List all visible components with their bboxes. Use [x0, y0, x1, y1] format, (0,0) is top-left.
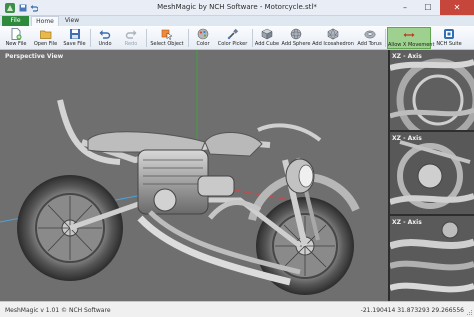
add-icosahedron-button[interactable]: Add Icosahedron [312, 27, 354, 49]
resize-grip-icon[interactable] [466, 309, 473, 316]
add-torus-label: Add Torus [357, 41, 382, 47]
new-file-button[interactable]: New File [2, 27, 30, 49]
side-view-render-2 [390, 132, 474, 214]
new-file-icon [11, 28, 22, 40]
allow-x-movement-label: Allow X Movement [388, 42, 435, 48]
new-file-label: New File [5, 41, 27, 47]
redo-icon [125, 30, 137, 39]
open-file-icon [39, 30, 51, 39]
save-file-button[interactable]: Save File [61, 27, 88, 49]
motorcycle-model[interactable] [0, 50, 388, 301]
side-view-title-1: XZ - Axis [392, 53, 422, 60]
side-view-render-3 [390, 216, 474, 301]
ribbon-toolbar: New File Open File Save File Undo Redo S… [0, 26, 474, 50]
open-file-button[interactable]: Open File [31, 27, 60, 49]
close-button[interactable]: ✕ [440, 0, 474, 15]
toolbar-separator [90, 29, 91, 47]
side-view-title-3: XZ - Axis [392, 219, 422, 226]
status-bar: MeshMagic v 1.01 © NCH Software -21.1904… [0, 301, 474, 317]
side-views: XZ - Axis XZ - Axis XZ - Axis [388, 50, 474, 301]
select-object-icon [161, 29, 173, 40]
nch-suite-icon [444, 29, 454, 39]
side-viewport-3[interactable]: XZ - Axis [390, 216, 474, 301]
add-sphere-button[interactable]: Add Sphere [281, 27, 311, 49]
side-viewport-2[interactable]: XZ - Axis [390, 132, 474, 214]
side-view-title-2: XZ - Axis [392, 135, 422, 142]
color-icon [197, 28, 209, 40]
workspace: Perspective View XZ - Axis XZ - Axis XZ … [0, 50, 474, 301]
toolbar-separator [385, 29, 386, 47]
add-cube-label: Add Cube [254, 41, 280, 47]
add-icosahedron-icon [327, 28, 339, 40]
allow-x-movement-button[interactable]: Allow X Movement [387, 27, 435, 49]
nch-suite-label: NCH Suite [436, 41, 462, 47]
redo-button[interactable]: Redo [119, 27, 143, 49]
undo-icon [99, 30, 111, 39]
version-text: MeshMagic v 1.01 © NCH Software [5, 307, 111, 314]
add-torus-button[interactable]: Add Torus [356, 27, 383, 49]
toolbar-separator [146, 29, 147, 47]
undo-label: Undo [98, 41, 112, 47]
color-picker-icon [227, 28, 238, 40]
save-file-label: Save File [63, 41, 86, 47]
color-picker-label: Color Picker [217, 41, 248, 47]
nch-suite-button[interactable]: NCH Suite [435, 27, 463, 49]
tab-home[interactable]: Home [31, 16, 59, 26]
side-viewport-1[interactable]: XZ - Axis [390, 50, 474, 130]
add-torus-icon [364, 30, 375, 39]
title-bar: MeshMagic by NCH Software - Motorcycle.s… [0, 0, 474, 16]
add-sphere-label: Add Sphere [281, 41, 311, 47]
side-view-render-1 [390, 50, 474, 130]
color-picker-button[interactable]: Color Picker [216, 27, 249, 49]
allow-x-movement-icon [403, 33, 415, 37]
tab-file[interactable]: File [2, 16, 29, 26]
toolbar-separator [252, 29, 253, 47]
undo-button[interactable]: Undo [93, 27, 117, 49]
color-button[interactable]: Color [191, 27, 215, 49]
ribbon-tabs: File Home View [0, 16, 474, 26]
select-object-label: Select Object [150, 41, 184, 47]
minimize-button[interactable]: – [394, 0, 416, 15]
perspective-view-title: Perspective View [5, 53, 64, 60]
coordinate-readout: -21.190414 31.873293 29.266556 [360, 307, 464, 314]
open-file-label: Open File [33, 41, 58, 47]
maximize-button[interactable]: ☐ [417, 0, 439, 15]
select-object-button[interactable]: Select Object [149, 27, 185, 49]
add-cube-button[interactable]: Add Cube [254, 27, 280, 49]
color-label: Color [196, 41, 210, 47]
add-sphere-icon [290, 28, 302, 40]
add-cube-icon [261, 28, 273, 40]
save-file-icon [69, 29, 80, 39]
perspective-viewport[interactable]: Perspective View [0, 50, 388, 301]
toolbar-separator [188, 29, 189, 47]
add-icosahedron-label: Add Icosahedron [312, 41, 354, 47]
tab-view[interactable]: View [61, 16, 83, 26]
redo-label: Redo [124, 41, 138, 47]
